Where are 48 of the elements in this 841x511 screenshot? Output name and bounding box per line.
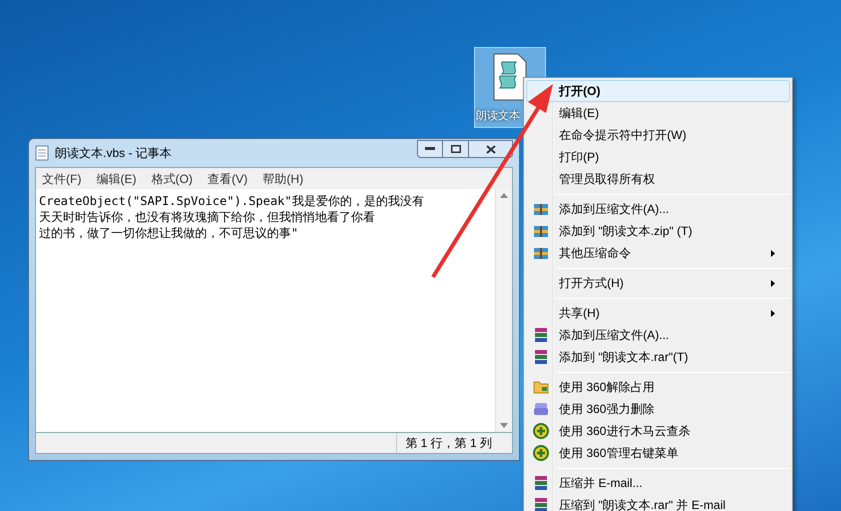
menu-item[interactable]: 压缩到 "朗读文本.rar" 并 E-mail <box>526 494 790 511</box>
archive-box-icon <box>533 223 549 239</box>
text-line[interactable]: 天天时时告诉你，也没有将玫瑰摘下给你，但我悄悄地看了你看 <box>39 209 375 225</box>
menu-item[interactable]: 共享(H) <box>526 302 790 324</box>
menu-item[interactable]: 添加到 "朗读文本.zip" (T) <box>526 220 790 242</box>
menu-item[interactable]: 格式(O) <box>151 170 193 188</box>
maximize-icon <box>450 145 460 153</box>
close-icon <box>486 144 496 154</box>
shredder-icon <box>533 401 549 417</box>
file-name: 朗读文本 <box>476 108 520 124</box>
archive-box-icon <box>533 201 549 217</box>
menu-item[interactable]: 文件(F) <box>42 170 82 188</box>
text-line[interactable]: 过的书，做了一切你想让我做的，不可思议的事" <box>39 225 298 241</box>
scroll-down-icon[interactable] <box>500 423 508 428</box>
notepad-icon <box>35 145 49 161</box>
menu-item[interactable]: 打开(O) <box>526 80 790 102</box>
maximize-button[interactable] <box>443 140 469 158</box>
vertical-scrollbar[interactable] <box>495 189 512 432</box>
menu-item[interactable]: 管理员取得所有权 <box>526 168 790 190</box>
menu-item[interactable]: 添加到压缩文件(A)... <box>526 198 790 220</box>
scroll-up-icon[interactable] <box>500 193 508 198</box>
menu-item[interactable]: 打印(P) <box>526 146 790 168</box>
menu-item[interactable]: 帮助(H) <box>262 170 304 188</box>
book-stack-icon <box>533 475 549 491</box>
cursor-position: 第 1 行，第 1 列 <box>396 433 512 453</box>
menu-item[interactable]: 使用 360管理右键菜单 <box>526 442 790 464</box>
menu-item[interactable]: 使用 360进行木马云查杀 <box>526 420 790 442</box>
menu-item[interactable]: 使用 360强力删除 <box>526 398 790 420</box>
menu-item[interactable]: 添加到压缩文件(A)... <box>526 324 790 346</box>
menu-item[interactable]: 压缩并 E-mail... <box>526 472 790 494</box>
archive-box-icon <box>533 245 549 261</box>
menu-item[interactable]: 打开方式(H) <box>526 272 790 294</box>
menu-item[interactable]: 查看(V) <box>208 170 248 188</box>
menu-item[interactable]: 使用 360解除占用 <box>526 376 790 398</box>
minimize-icon <box>425 147 435 151</box>
plus-circle-icon <box>533 445 549 461</box>
minimize-button[interactable] <box>417 140 443 158</box>
book-stack-icon <box>533 349 549 365</box>
folder-icon <box>533 379 549 395</box>
book-stack-icon <box>533 327 549 343</box>
menu-item[interactable]: 其他压缩命令 <box>526 242 790 264</box>
plus-circle-icon <box>533 423 549 439</box>
menu-item[interactable]: 编辑(E) <box>96 170 136 188</box>
close-button[interactable] <box>469 140 513 158</box>
menu-item[interactable]: 添加到 "朗读文本.rar"(T) <box>526 346 790 368</box>
text-line[interactable]: CreateObject("SAPI.SpVoice").Speak"我是爱你的，是的我没有 <box>39 193 424 209</box>
book-stack-icon <box>533 497 549 511</box>
window-title: 朗读文本.vbs - 记事本 <box>55 145 173 162</box>
